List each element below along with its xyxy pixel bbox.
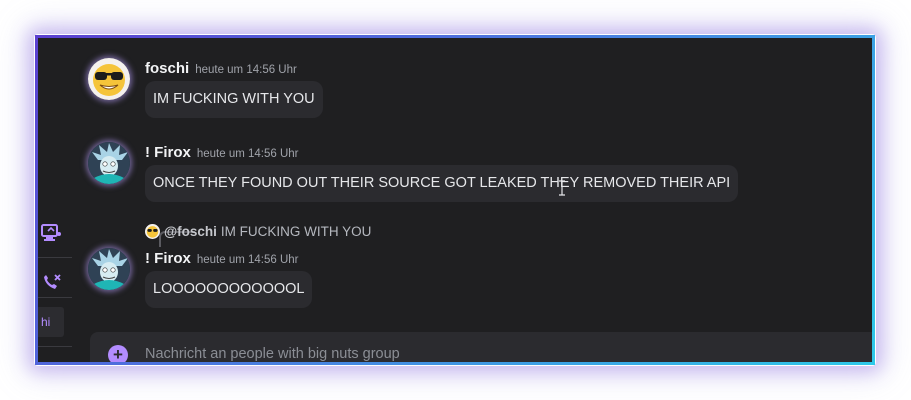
screenshot-stage: hi foschi heute um 14:56 Uhr IM FUCKING W… (0, 0, 911, 400)
message-header: ! Firox heute um 14:56 Uhr (145, 144, 299, 162)
message-header: foschi heute um 14:56 Uhr (145, 60, 297, 78)
sidebar: hi (38, 38, 76, 362)
reply-preview[interactable]: @foschi IM FUCKING WITH YOU (145, 224, 371, 239)
timestamp: heute um 14:56 Uhr (196, 254, 299, 266)
text-cursor-icon (558, 180, 566, 196)
message-bubble: ONCE THEY FOUND OUT THEIR SOURCE GOT LEA… (145, 165, 739, 202)
sidebar-divider (38, 346, 72, 347)
message-composer: + (90, 332, 872, 362)
rick-avatar[interactable] (88, 248, 130, 290)
message-bubble: IM FUCKING WITH YOU (145, 81, 323, 118)
sunglasses-emoji-avatar-small (145, 224, 160, 239)
username[interactable]: foschi (145, 60, 189, 77)
plus-icon[interactable]: + (108, 345, 128, 362)
reply-username[interactable]: @foschi (164, 224, 217, 239)
sidebar-item-channel[interactable]: hi (38, 307, 64, 337)
message-input[interactable] (145, 332, 845, 362)
phone-hangup-icon[interactable] (40, 272, 62, 294)
message-header: ! Firox heute um 14:56 Uhr (145, 250, 299, 268)
timestamp: heute um 14:56 Uhr (196, 148, 299, 160)
message-bubble: LOOOOOOOOOOOOL (145, 271, 313, 308)
sunglasses-emoji-avatar[interactable] (88, 58, 130, 100)
rick-avatar[interactable] (88, 142, 130, 184)
chat-window: hi foschi heute um 14:56 Uhr IM FUCKING W… (35, 35, 875, 365)
screen-share-icon[interactable] (40, 222, 62, 244)
sidebar-divider (38, 257, 72, 258)
timestamp: heute um 14:56 Uhr (195, 64, 297, 76)
username[interactable]: ! Firox (145, 144, 191, 161)
sidebar-divider (38, 297, 72, 298)
reply-text: IM FUCKING WITH YOU (220, 224, 372, 239)
username[interactable]: ! Firox (145, 250, 191, 267)
